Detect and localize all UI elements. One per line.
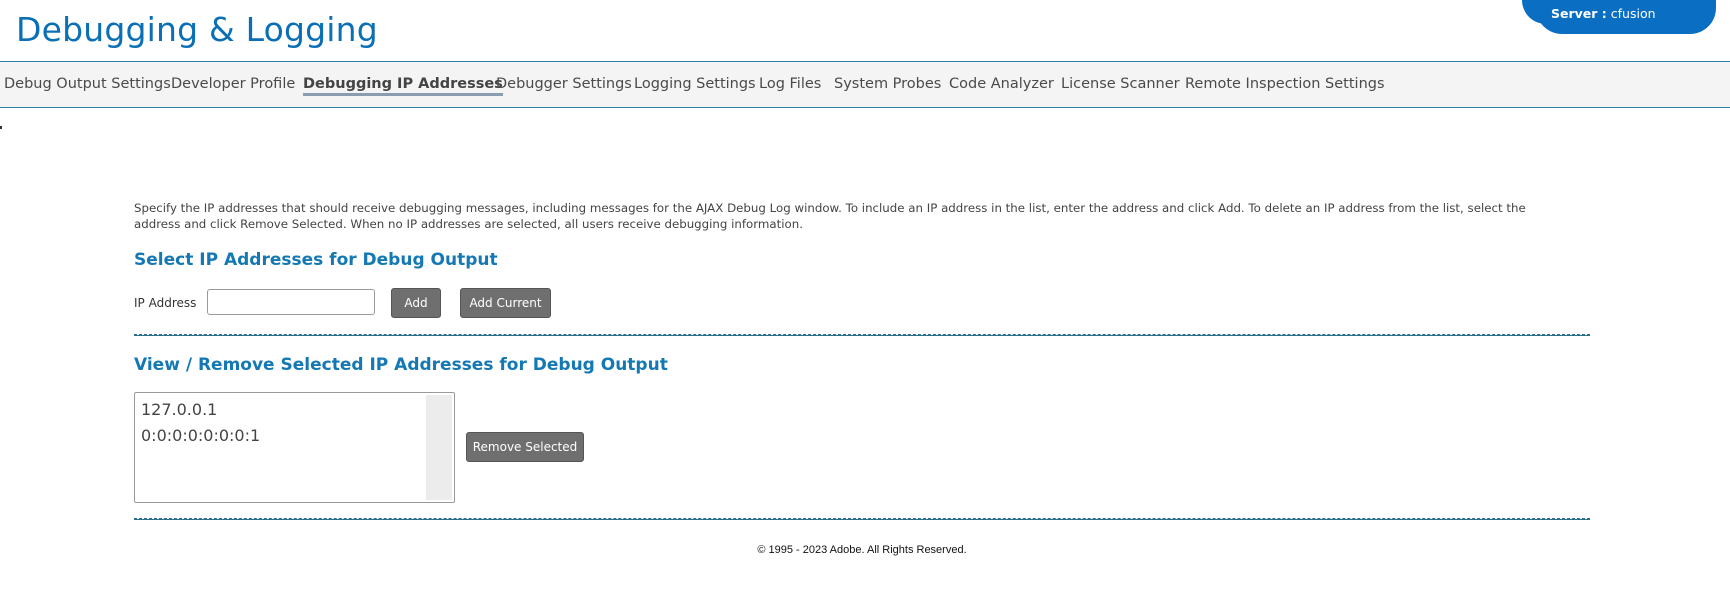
footer-copyright: © 1995 - 2023 Adobe. All Rights Reserved… (757, 544, 967, 556)
ip-list-option[interactable]: 0:0:0:0:0:0:0:1 (141, 426, 260, 445)
nav-code-analyzer[interactable]: Code Analyzer (949, 76, 1054, 92)
server-badge: Server : cfusion (1522, 0, 1716, 34)
ip-address-input[interactable] (207, 289, 375, 315)
ip-list-scrollbar[interactable] (426, 395, 452, 500)
ip-address-list[interactable]: 127.0.0.1 0:0:0:0:0:0:0:1 (134, 392, 455, 503)
nav-debugging-ip-addresses[interactable]: Debugging IP Addresses (303, 76, 503, 96)
nav-license-scanner[interactable]: License Scanner (1061, 76, 1180, 92)
page-title: Debugging & Logging (16, 10, 378, 49)
nav-remote-inspection-settings[interactable]: Remote Inspection Settings (1185, 76, 1385, 92)
stray-dot (0, 126, 2, 129)
nav-log-files[interactable]: Log Files (759, 76, 821, 92)
nav-debugger-settings[interactable]: Debugger Settings (496, 76, 632, 92)
nav-logging-settings[interactable]: Logging Settings (634, 76, 756, 92)
intro-text: Specify the IP addresses that should rec… (134, 201, 1526, 231)
nav-developer-profile[interactable]: Developer Profile (171, 76, 295, 92)
section-divider (134, 334, 1590, 336)
server-info: Server : cfusion (1551, 6, 1656, 21)
remove-selected-button[interactable]: Remove Selected (466, 432, 584, 462)
add-button[interactable]: Add (391, 288, 441, 318)
select-ip-heading: Select IP Addresses for Debug Output (134, 250, 498, 270)
server-name: cfusion (1610, 6, 1656, 21)
nav-debug-output-settings[interactable]: Debug Output Settings (4, 76, 171, 92)
nav-bar: Debug Output Settings Developer Profile … (0, 61, 1730, 108)
ip-list-option[interactable]: 127.0.0.1 (141, 400, 217, 419)
nav-system-probes[interactable]: System Probes (834, 76, 941, 92)
view-remove-ip-heading: View / Remove Selected IP Addresses for … (134, 355, 668, 375)
server-label: Server : (1551, 6, 1607, 21)
add-current-button[interactable]: Add Current (460, 288, 551, 318)
section-divider (134, 518, 1590, 520)
ip-address-label: IP Address (134, 296, 197, 310)
